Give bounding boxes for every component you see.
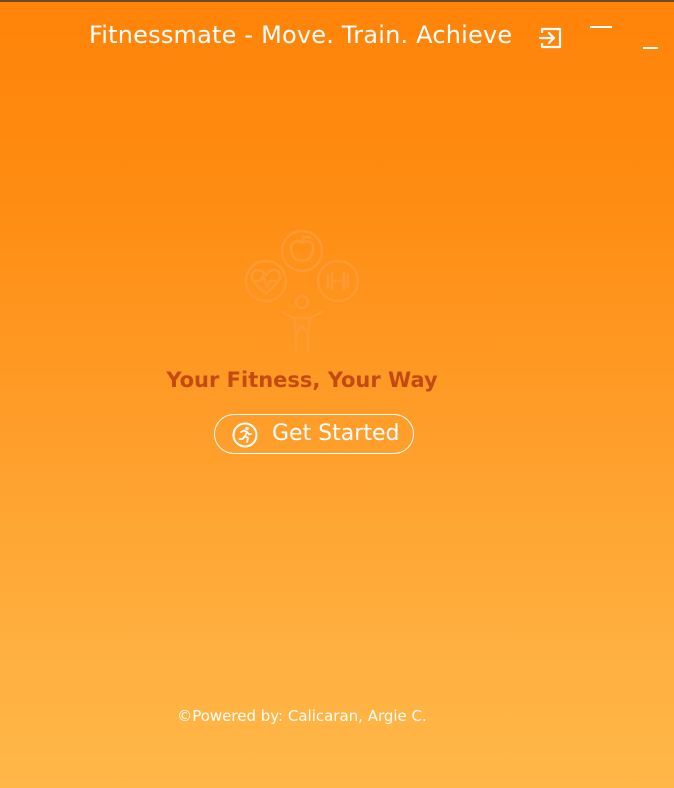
underscore-icon [643,47,658,49]
minimize-icon [590,26,612,28]
footer-credit: ©Powered by: Calicaran, Argie C. [177,707,427,725]
login-button[interactable] [537,24,565,52]
fitness-person-icon [244,229,360,352]
app-window: Fitnessmate - Move. Train. Achieve Your … [0,0,674,788]
running-person-icon [232,422,258,448]
minimize-button[interactable] [589,19,613,35]
get-started-button[interactable]: Get Started [214,414,414,454]
underscore-button[interactable] [641,40,661,54]
login-icon [538,27,562,49]
slogan-text: Your Fitness, Your Way [166,368,438,392]
fitness-logo [240,226,364,354]
get-started-label: Get Started [272,421,400,446]
window-title: Fitnessmate - Move. Train. Achieve [89,21,513,49]
